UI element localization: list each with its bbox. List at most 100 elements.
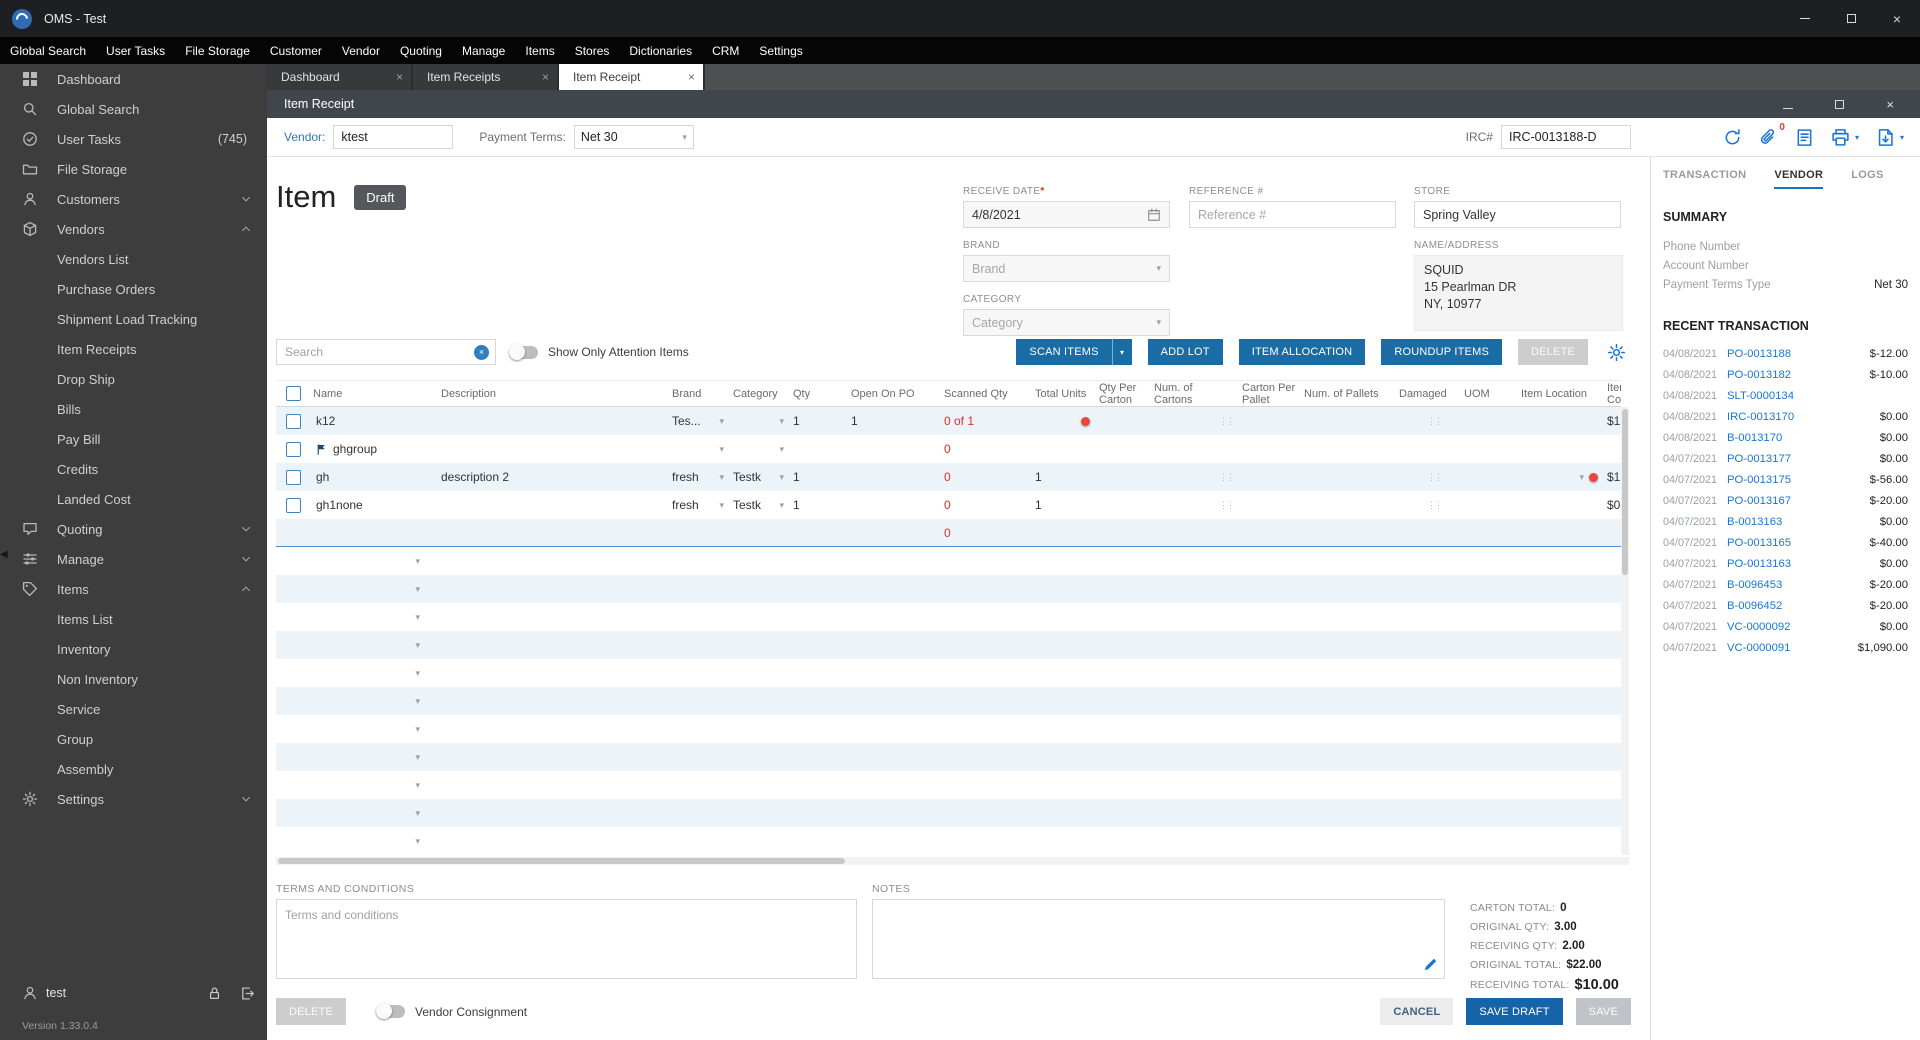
logout-icon[interactable] [240,986,255,1001]
menu-customer[interactable]: Customer [260,37,332,64]
scan-items-button[interactable]: SCAN ITEMS [1016,339,1112,365]
brand-select-cell[interactable]: fresh ▾ [669,463,730,491]
sidebar-item-drop-ship[interactable]: Drop Ship [0,364,267,394]
transaction-link[interactable]: PO-0013188 [1727,348,1791,360]
category-select-cell[interactable]: ▾ [730,407,790,435]
irc-input[interactable] [1500,125,1631,149]
sidebar-collapse-icon[interactable]: ◀ [0,545,8,565]
transaction-link[interactable]: VC-0000092 [1727,621,1790,633]
sidebar-item-shipment-load-tracking[interactable]: Shipment Load Tracking [0,304,267,334]
search-input[interactable] [285,345,474,359]
transaction-link[interactable]: PO-0013165 [1727,537,1791,549]
toolbar-print-icon[interactable] [1831,128,1850,147]
drag-grip-icon[interactable]: ⋮⋮ [1219,472,1235,483]
tab-close-icon[interactable]: × [688,70,695,84]
vertical-scrollbar[interactable] [1621,407,1629,855]
scan-items-dropdown-icon[interactable]: ▾ [1111,339,1132,365]
notes-textarea[interactable] [872,899,1445,979]
receive-date-input[interactable]: 4/8/2021 [963,201,1170,228]
row-checkbox[interactable] [285,497,301,513]
table-row-empty[interactable]: ▾ [276,827,1621,855]
transaction-link[interactable]: B-0096452 [1727,600,1782,612]
panel-tab-transaction[interactable]: TRANSACTION [1663,169,1746,189]
sidebar-item-vendors-list[interactable]: Vendors List [0,244,267,274]
table-row[interactable]: 0 [276,519,1621,547]
table-settings-gear-icon[interactable] [1607,343,1626,362]
name-dropdown-caret-icon[interactable]: ▾ [415,584,420,595]
transaction-link[interactable]: PO-0013163 [1727,558,1791,570]
transaction-link[interactable]: B-0013170 [1727,432,1782,444]
edit-notes-pencil-icon[interactable] [1423,957,1438,972]
table-row-empty[interactable]: ▾ [276,799,1621,827]
roundup-items-button[interactable]: ROUNDUP ITEMS [1381,339,1502,365]
clear-search-icon[interactable]: × [474,344,489,360]
inner-restore-button[interactable] [1835,97,1845,112]
name-dropdown-caret-icon[interactable]: ▾ [415,836,420,847]
menu-dictionaries[interactable]: Dictionaries [619,37,702,64]
horizontal-scrollbar[interactable] [276,857,1629,865]
sidebar-item-landed-cost[interactable]: Landed Cost [0,484,267,514]
drag-grip-icon[interactable]: ⋮⋮ [1219,416,1235,427]
dropdown-caret-icon[interactable]: ▾ [1900,133,1904,142]
table-row[interactable]: gh description 2 fresh ▾ Testk ▾ 1 0 1 ⋮⋮ ⋮⋮ ▾ $1 [276,463,1621,491]
name-dropdown-caret-icon[interactable]: ▾ [415,724,420,735]
sidebar-item-purchase-orders[interactable]: Purchase Orders [0,274,267,304]
menu-vendor[interactable]: Vendor [332,37,390,64]
sidebar-item-group[interactable]: Group [0,724,267,754]
table-row-empty[interactable]: ▾ [276,547,1621,575]
menu-file-storage[interactable]: File Storage [175,37,260,64]
name-dropdown-caret-icon[interactable]: ▾ [415,752,420,763]
sidebar-item-inventory[interactable]: Inventory [0,634,267,664]
sidebar-item-quoting[interactable]: Quoting [0,514,267,544]
toolbar-register-icon[interactable] [1795,128,1814,147]
vendor-consignment-toggle[interactable] [376,1003,405,1019]
row-checkbox[interactable] [285,469,301,485]
brand-select[interactable]: Brand ▾ [963,255,1170,282]
sidebar-item-global-search[interactable]: Global Search [0,94,267,124]
table-row-empty[interactable]: ▾ [276,659,1621,687]
horizontal-scrollbar-thumb[interactable] [278,858,845,864]
name-dropdown-caret-icon[interactable]: ▾ [415,780,420,791]
maximize-button[interactable] [1828,0,1874,37]
table-row-empty[interactable]: ▾ [276,743,1621,771]
menu-global-search[interactable]: Global Search [0,37,96,64]
sidebar-item-pay-bill[interactable]: Pay Bill [0,424,267,454]
vendor-input[interactable] [333,125,454,149]
toolbar-export-icon[interactable] [1876,128,1895,147]
cancel-button[interactable]: CANCEL [1380,998,1454,1025]
tab-close-icon[interactable]: × [542,70,549,84]
save-draft-button[interactable]: SAVE DRAFT [1466,998,1563,1025]
name-dropdown-caret-icon[interactable]: ▾ [415,808,420,819]
toolbar-sync-icon[interactable] [1723,128,1742,147]
select-all-checkbox[interactable] [285,386,301,401]
panel-tab-vendor[interactable]: VENDOR [1774,169,1824,189]
vertical-scrollbar-thumb[interactable] [1622,409,1628,575]
name-dropdown-caret-icon[interactable]: ▾ [415,696,420,707]
sidebar-item-credits[interactable]: Credits [0,454,267,484]
table-row-empty[interactable]: ▾ [276,771,1621,799]
tab-close-icon[interactable]: × [396,70,403,84]
lock-icon[interactable] [207,986,222,1001]
row-checkbox[interactable] [285,441,301,457]
category-select-cell[interactable]: Testk ▾ [730,491,790,519]
category-select-cell[interactable]: Testk ▾ [730,463,790,491]
sidebar-item-settings[interactable]: Settings [0,784,267,814]
store-input[interactable] [1414,201,1621,228]
table-row-empty[interactable]: ▾ [276,715,1621,743]
sidebar-item-bills[interactable]: Bills [0,394,267,424]
name-dropdown-caret-icon[interactable]: ▾ [415,612,420,623]
sidebar-item-manage[interactable]: Manage [0,544,267,574]
table-row[interactable]: k12 Tes... ▾ ▾ 1 1 0 of 1 ⋮⋮ ⋮⋮ $1 [276,407,1621,435]
transaction-link[interactable]: B-0013163 [1727,516,1782,528]
table-row[interactable]: ghgroup ▾ ▾ 0 [276,435,1621,463]
close-button[interactable]: × [1874,0,1920,37]
transaction-link[interactable]: IRC-0013170 [1727,411,1794,423]
sidebar-item-assembly[interactable]: Assembly [0,754,267,784]
transaction-link[interactable]: PO-0013177 [1727,453,1791,465]
sidebar-item-items-list[interactable]: Items List [0,604,267,634]
tab-dashboard[interactable]: Dashboard × [267,64,413,90]
sidebar-item-vendors[interactable]: Vendors [0,214,267,244]
transaction-link[interactable]: SLT-0000134 [1727,390,1794,402]
menu-manage[interactable]: Manage [452,37,515,64]
menu-settings[interactable]: Settings [749,37,812,64]
